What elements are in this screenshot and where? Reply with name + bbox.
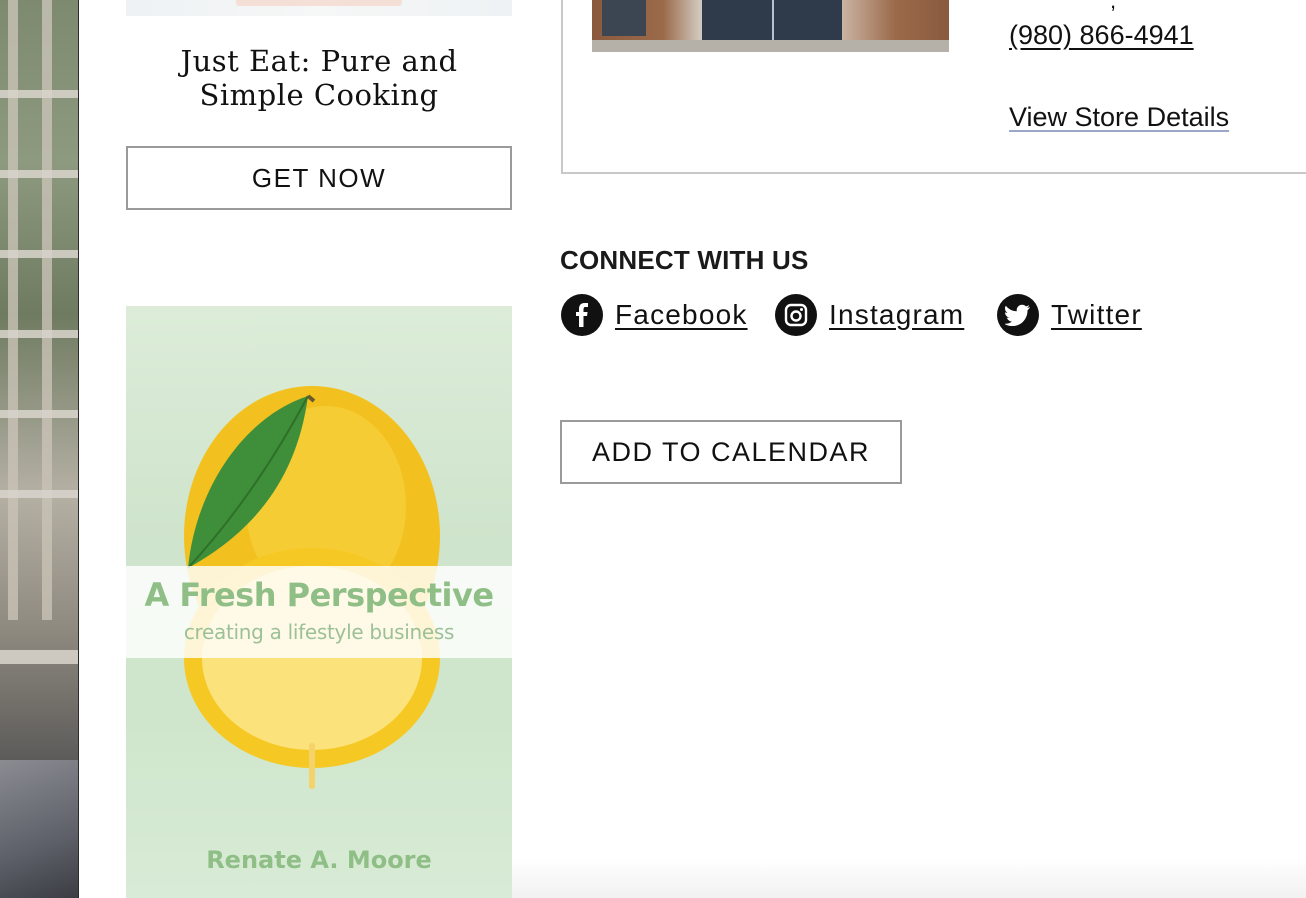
book-cover-image[interactable]: [126, 0, 512, 16]
store-address-fragment: ,: [1110, 0, 1117, 13]
cover-author: Renate A. Moore: [206, 846, 432, 874]
instagram-icon: [775, 294, 817, 336]
cover-subtitle: creating a lifestyle business: [183, 620, 455, 644]
twitter-label: Twitter: [1051, 299, 1142, 330]
twitter-link[interactable]: Twitter: [997, 294, 1142, 336]
instagram-label: Instagram: [829, 299, 965, 330]
twitter-icon: [997, 294, 1039, 336]
bottom-fade: [512, 858, 1306, 898]
facebook-icon: [561, 294, 603, 336]
cover-title: A Fresh Perspective: [144, 576, 494, 614]
facebook-link[interactable]: Facebook: [561, 294, 748, 336]
store-photo: [592, 0, 949, 52]
book-cover-image[interactable]: A Fresh Perspective creating a lifestyle…: [126, 306, 512, 898]
view-store-details-link[interactable]: View Store Details: [1009, 102, 1229, 133]
get-now-button[interactable]: GET NOW: [126, 146, 512, 210]
connect-heading: CONNECT WITH US: [560, 245, 809, 275]
instagram-link[interactable]: Instagram: [775, 294, 964, 336]
background-photo: [0, 0, 79, 898]
book-title: Just Eat: Pure and Simple Cooking: [180, 44, 458, 112]
add-to-calendar-button[interactable]: ADD TO CALENDAR: [560, 420, 902, 484]
store-phone-link[interactable]: (980) 866-4941: [1009, 20, 1194, 51]
facebook-label: Facebook: [615, 299, 748, 330]
